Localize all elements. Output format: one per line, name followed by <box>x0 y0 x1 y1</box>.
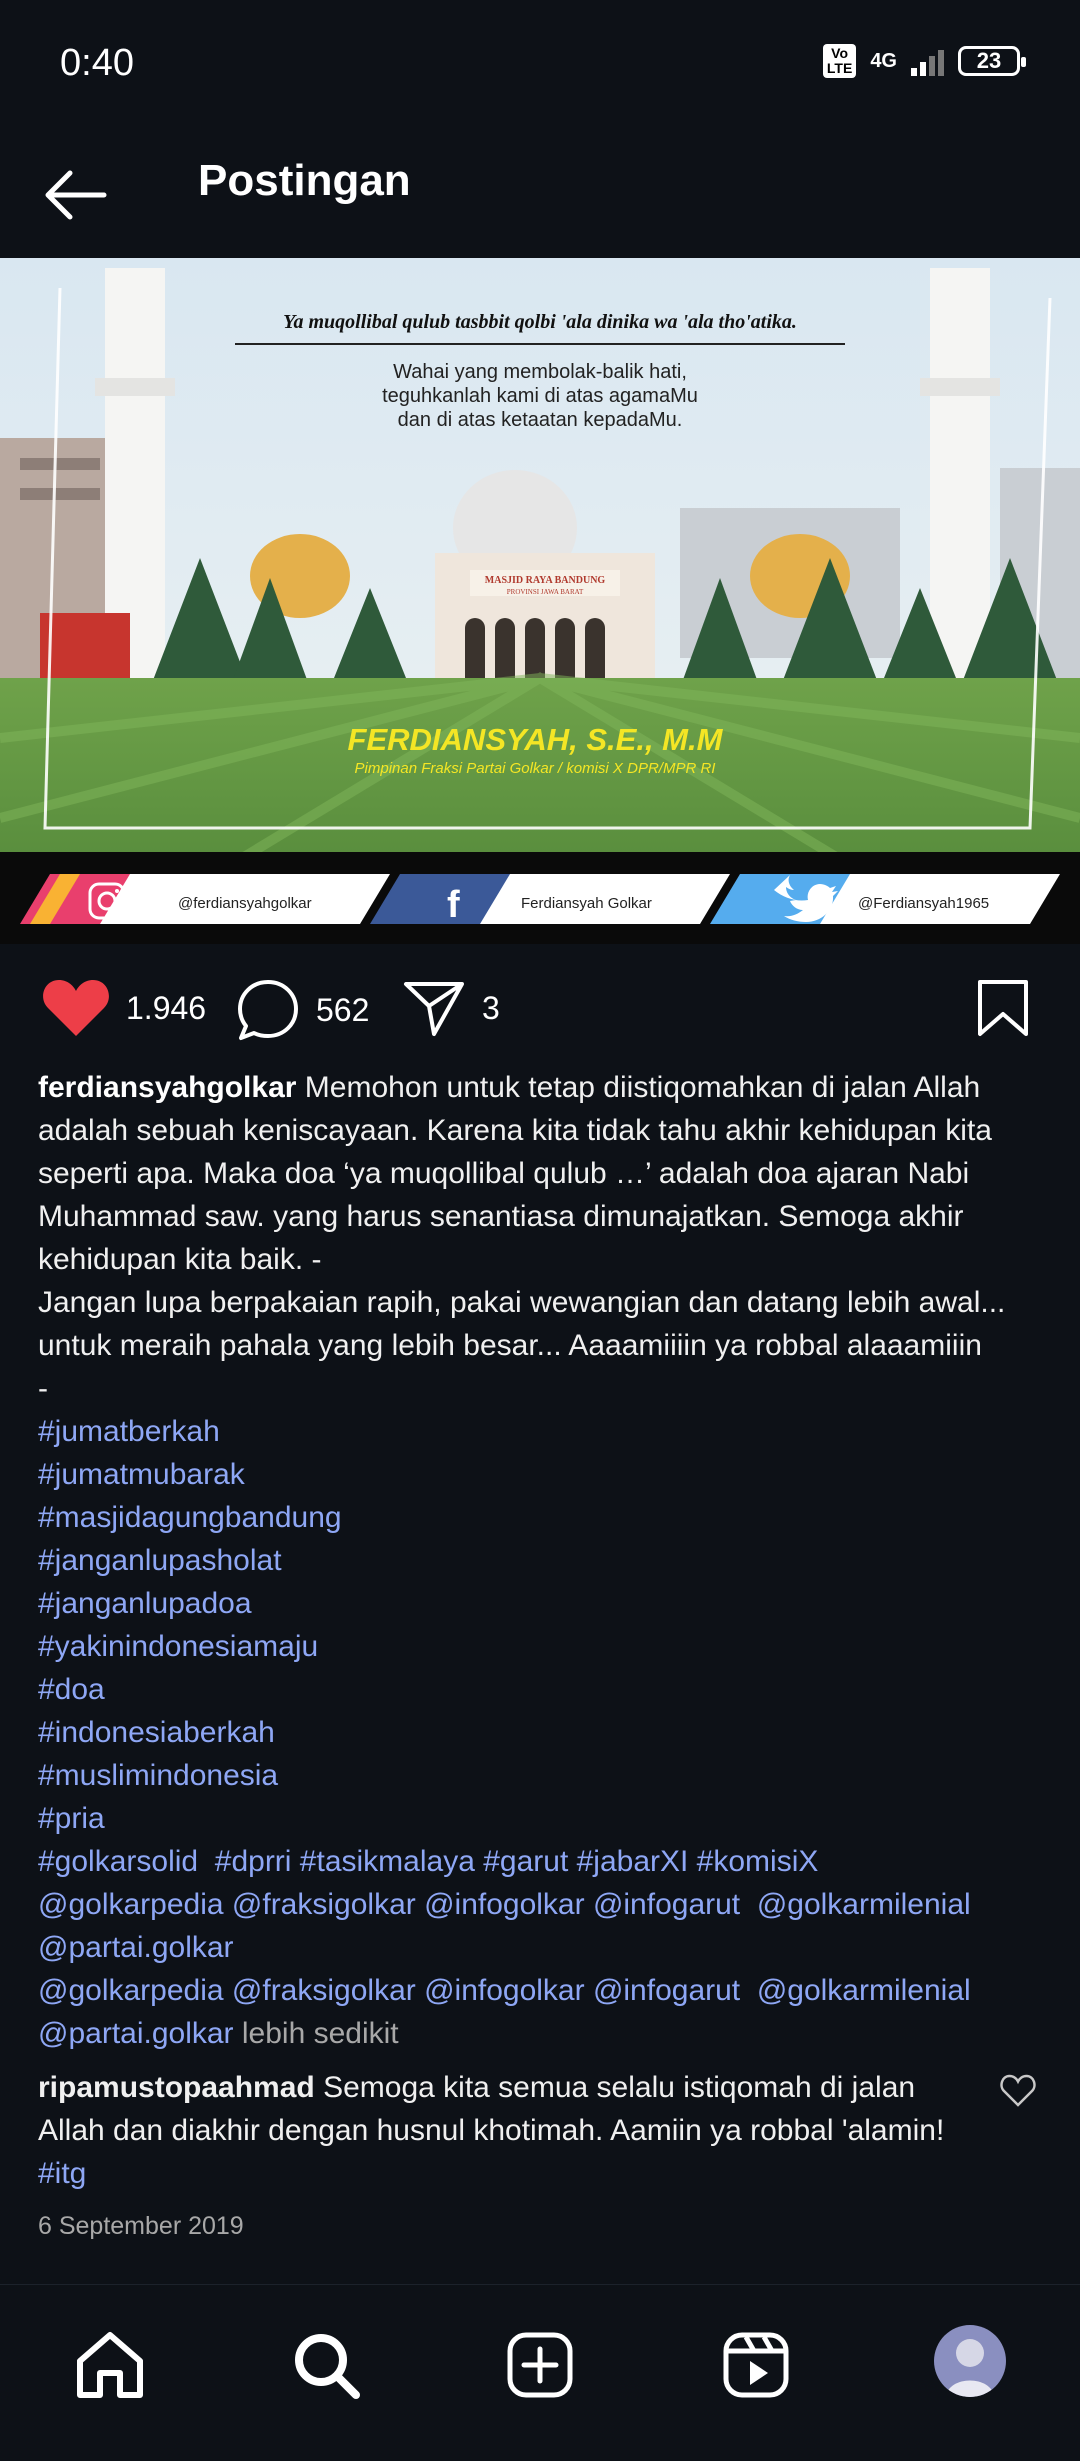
transliteration-text: Ya muqollibal qulub tasbbit qolbi 'ala d… <box>283 311 797 333</box>
translation-line-2: teguhkanlah kami di atas agamaMu <box>382 385 698 407</box>
bookmark-action[interactable] <box>976 978 1030 1038</box>
bookmark-icon[interactable] <box>976 978 1030 1038</box>
hashtag-line[interactable]: #golkarsolid #dprri #tasikmalaya #garut … <box>38 1840 1048 1883</box>
home-icon[interactable] <box>70 2325 150 2405</box>
caption-text-2: Jangan lupa berpakaian rapih, pakai wewa… <box>38 1286 1006 1362</box>
mosque-sign-province: PROVINSI JAWA BARAT <box>507 588 584 596</box>
avatar[interactable] <box>934 2325 1006 2397</box>
like-action[interactable]: 1.946 <box>42 978 206 1038</box>
add-post-icon[interactable] <box>500 2325 580 2405</box>
hashtag[interactable]: #pria <box>38 1797 1048 1840</box>
battery-level: 23 <box>976 48 1002 73</box>
image-name-text: FERDIANSYAH, S.E., M.M <box>348 722 724 757</box>
share-count[interactable]: 3 <box>482 990 500 1027</box>
instagram-handle: @ferdiansyahgolkar <box>178 895 312 912</box>
post-actions: 1.946 562 3 <box>0 960 1080 1060</box>
status-bar: 0:40 Vo LTE 4G 23 <box>0 0 1080 130</box>
signal-icon <box>911 46 944 76</box>
back-arrow-icon[interactable] <box>40 160 110 230</box>
reels-icon[interactable] <box>716 2325 796 2405</box>
top-bar: Postingan <box>0 130 1080 258</box>
profile-avatar[interactable] <box>934 2325 1014 2405</box>
comment-hashtag[interactable]: #itg <box>38 2157 86 2190</box>
hashtag[interactable]: #muslimindonesia <box>38 1754 1048 1797</box>
comment-action[interactable]: 562 <box>236 978 369 1042</box>
mosque-sign-name: MASJID RAYA BANDUNG <box>485 575 606 586</box>
hashtag[interactable]: #masjidagungbandung <box>38 1496 1048 1539</box>
status-icons: Vo LTE 4G 23 <box>822 44 1026 78</box>
comment: ripamustopaahmad Semoga kita semua selal… <box>38 2066 978 2195</box>
mentions-line[interactable]: @golkarpedia @fraksigolkar @infogolkar @… <box>38 1883 1048 1926</box>
share-icon[interactable] <box>402 978 466 1038</box>
translation-line-3: dan di atas ketaatan kepadaMu. <box>398 409 683 431</box>
page-title: Postingan <box>198 156 411 205</box>
comment-icon[interactable] <box>236 978 300 1042</box>
post-date: 6 September 2019 <box>38 2212 244 2240</box>
show-less-link[interactable]: lebih sedikit <box>242 2017 399 2050</box>
hashtag[interactable]: #doa <box>38 1668 1048 1711</box>
image-position-text: Pimpinan Fraksi Partai Golkar / komisi X… <box>355 760 716 777</box>
comment-username[interactable]: ripamustopaahmad <box>38 2071 315 2104</box>
hashtag[interactable]: #yakinindonesiamaju <box>38 1625 1048 1668</box>
caption-dash: - <box>38 1372 48 1405</box>
hashtag[interactable]: #jumatmubarak <box>38 1453 1048 1496</box>
volte-icon: Vo LTE <box>822 44 857 78</box>
caption-body: ferdiansyahgolkar Memohon untuk tetap di… <box>38 1066 1048 1281</box>
facebook-icon: f <box>447 884 460 926</box>
network-type: 4G <box>870 49 897 72</box>
facebook-handle: Ferdiansyah Golkar <box>521 895 652 912</box>
hashtag[interactable]: #indonesiaberkah <box>38 1711 1048 1754</box>
like-count[interactable]: 1.946 <box>126 990 206 1027</box>
hashtag[interactable]: #janganlupasholat <box>38 1539 1048 1582</box>
hashtag[interactable]: #janganlupadoa <box>38 1582 1048 1625</box>
translation-line-1: Wahai yang membolak-balik hati, <box>393 361 687 383</box>
battery-icon: 23 <box>958 46 1026 76</box>
comment-count[interactable]: 562 <box>316 992 369 1029</box>
share-action[interactable]: 3 <box>402 978 500 1038</box>
status-time: 0:40 <box>60 42 134 84</box>
search-icon[interactable] <box>286 2325 366 2405</box>
bottom-navigation <box>0 2284 1080 2461</box>
heart-filled-icon[interactable] <box>42 978 110 1038</box>
twitter-handle: @Ferdiansyah1965 <box>858 895 989 912</box>
post-caption: ferdiansyahgolkar Memohon untuk tetap di… <box>38 1066 1048 2055</box>
mentions-line[interactable]: @golkarpedia @fraksigolkar @infogolkar @… <box>38 1969 1048 2012</box>
comment-like-heart-icon[interactable] <box>1000 2074 1036 2110</box>
post-image-graphic: MASJID RAYA BANDUNG PROVINSI JAWA BARAT … <box>0 258 1080 944</box>
mention[interactable]: @partai.golkar <box>38 2017 234 2050</box>
mentions-line[interactable]: @partai.golkar <box>38 1926 1048 1969</box>
post-image[interactable]: MASJID RAYA BANDUNG PROVINSI JAWA BARAT … <box>0 258 1080 944</box>
caption-username[interactable]: ferdiansyahgolkar <box>38 1071 296 1104</box>
mentions-last-row: @partai.golkar lebih sedikit <box>38 2012 1048 2055</box>
hashtag[interactable]: #jumatberkah <box>38 1410 1048 1453</box>
